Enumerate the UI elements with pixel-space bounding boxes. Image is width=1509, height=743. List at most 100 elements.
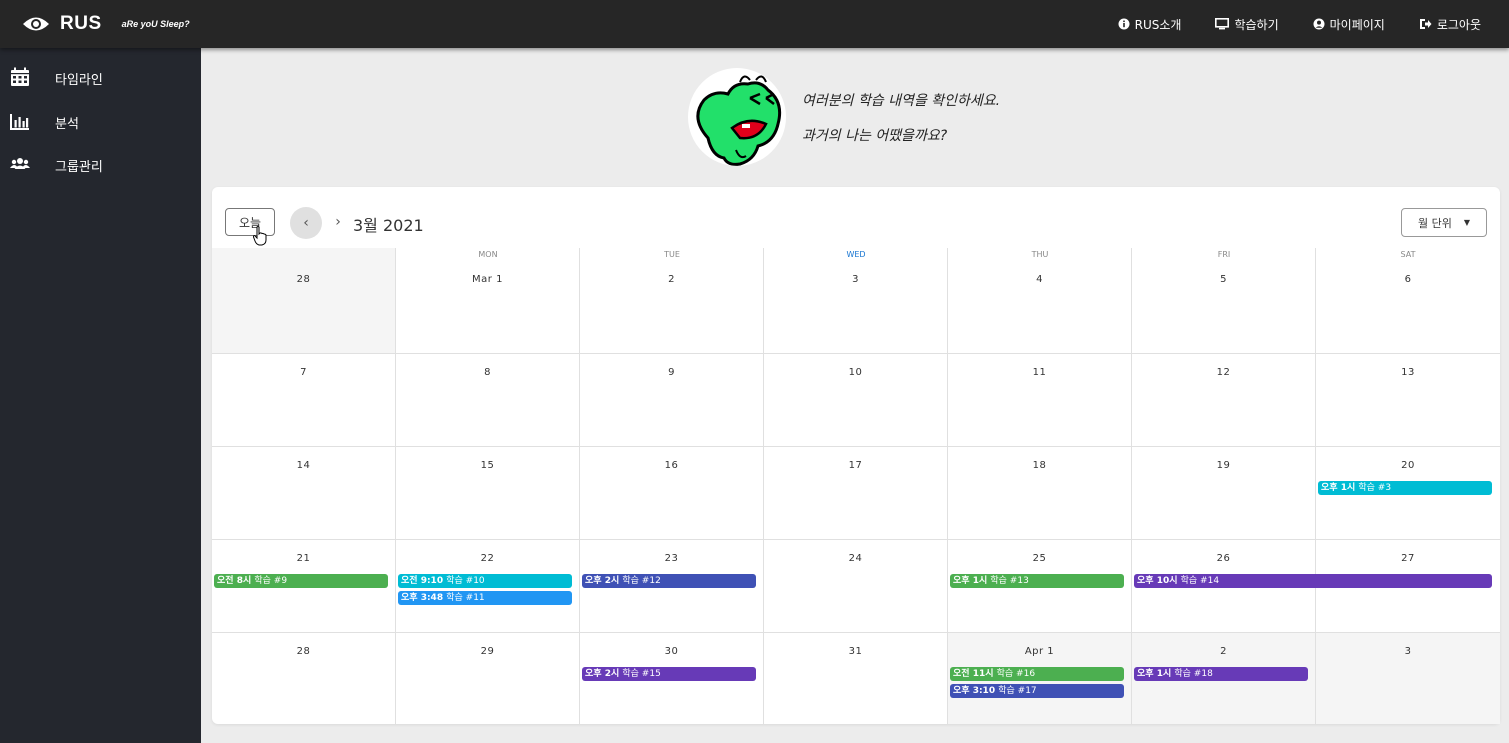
day-number: 8 — [484, 367, 491, 378]
frog-illustration — [696, 75, 782, 166]
day-number: 19 — [1216, 460, 1231, 471]
event-time: 오후 2시 — [585, 669, 620, 679]
nav-mypage[interactable]: 마이페이지 — [1313, 16, 1385, 33]
day-number: 2 — [668, 274, 675, 285]
calendar-event[interactable]: 오후 10시 학습 #14 — [1134, 574, 1492, 588]
brand[interactable]: RUS aRe yoU Sleep? — [22, 10, 190, 38]
day-number: 29 — [480, 646, 495, 657]
day-cell[interactable]: 5 — [1132, 248, 1316, 353]
day-cell[interactable]: 8 — [396, 353, 580, 446]
nav-mypage-label: 마이페이지 — [1329, 17, 1385, 32]
event-title: 학습 #15 — [622, 669, 661, 679]
event-title: 학습 #10 — [446, 576, 485, 586]
sidebar-item-analysis[interactable]: 분석 — [0, 101, 201, 141]
day-cell[interactable]: 2 — [580, 248, 764, 353]
day-cell[interactable]: 10 — [764, 353, 948, 446]
eye-icon — [23, 17, 49, 31]
prev-month-button[interactable]: ‹ — [290, 207, 322, 239]
day-cell[interactable]: 7 — [212, 353, 396, 446]
brand-tagline: aRe yoU Sleep? — [121, 19, 190, 29]
day-cell[interactable]: 17 — [764, 446, 948, 539]
hero-line-2: 과거의 나는 어땠을까요? — [802, 128, 948, 144]
event-title: 학습 #16 — [996, 669, 1036, 679]
day-cell[interactable]: 12 — [1132, 353, 1316, 446]
calendar-event[interactable]: 오후 2시 학습 #15 — [582, 667, 756, 681]
calendar-event[interactable]: 오후 3:48 학습 #11 — [398, 591, 572, 605]
day-cell[interactable]: 4 — [948, 248, 1132, 353]
day-cell[interactable]: 14 — [212, 446, 396, 539]
day-cell[interactable]: Mar 1 — [396, 248, 580, 353]
nav-about[interactable]: RUS소개 — [1118, 16, 1182, 33]
next-month-button[interactable]: › — [330, 211, 346, 233]
day-number: Apr 1 — [1024, 646, 1055, 657]
day-number: 26 — [1216, 553, 1231, 564]
day-cell[interactable]: 24 — [764, 539, 948, 632]
day-number: Mar 1 — [472, 274, 503, 285]
day-cell[interactable]: 15 — [396, 446, 580, 539]
calendar-event[interactable]: 오후 2시 학습 #12 — [582, 574, 756, 588]
view-select[interactable]: 월 단위 ▼ — [1401, 208, 1487, 237]
day-number: 16 — [664, 460, 679, 471]
sidebar-item-timeline[interactable]: 타임라인 — [0, 57, 201, 97]
day-cell[interactable]: 19 — [1132, 446, 1316, 539]
calendar-title: 3월 2021 — [353, 216, 424, 235]
day-cell[interactable]: 28 — [212, 248, 396, 353]
frog-avatar — [688, 68, 786, 166]
calendar-event[interactable]: 오전 9:10 학습 #10 — [398, 574, 572, 588]
nav-about-label: RUS소개 — [1134, 17, 1182, 32]
nav-logout[interactable]: 로그아웃 — [1419, 16, 1481, 33]
hand-pointer-icon — [253, 226, 267, 246]
day-cell[interactable]: 28 — [212, 632, 396, 724]
event-title: 학습 #17 — [998, 686, 1037, 696]
calendar-event[interactable]: 오전 11시 학습 #16 — [950, 667, 1124, 681]
event-time: 오후 1시 — [1321, 483, 1356, 493]
today-button[interactable]: 오늘 — [225, 208, 275, 236]
day-cell[interactable]: 9 — [580, 353, 764, 446]
calendar-event[interactable]: 오전 8시 학습 #9 — [214, 574, 388, 588]
day-cell[interactable]: 13 — [1316, 353, 1500, 446]
calendar-event[interactable]: 오후 3:10 학습 #17 — [950, 684, 1124, 698]
day-number: 11 — [1032, 367, 1047, 378]
day-number: 2 — [1220, 646, 1227, 657]
sidebar-item-label: 분석 — [55, 117, 79, 132]
event-time: 오전 9:10 — [401, 576, 444, 586]
day-number: 23 — [664, 553, 679, 564]
event-time: 오후 1시 — [953, 576, 988, 586]
event-title: 학습 #14 — [1180, 576, 1220, 586]
day-number: 13 — [1401, 367, 1415, 378]
nav-logout-label: 로그아웃 — [1436, 17, 1481, 32]
day-number: 3 — [1404, 646, 1412, 657]
nav-study[interactable]: 학습하기 — [1215, 16, 1279, 33]
day-number: 31 — [848, 646, 863, 657]
sidebar-item-label: 그룹관리 — [55, 160, 103, 175]
calendar-event[interactable]: 오후 1시 학습 #3 — [1318, 481, 1492, 495]
calendar-event[interactable]: 오후 1시 학습 #18 — [1134, 667, 1308, 681]
nav-study-label: 학습하기 — [1234, 17, 1279, 32]
event-time: 오후 2시 — [585, 576, 620, 586]
day-cell[interactable]: 3 — [764, 248, 948, 353]
day-cell[interactable]: 29 — [396, 632, 580, 724]
day-cell[interactable]: 18 — [948, 446, 1132, 539]
day-cell[interactable]: 3 — [1316, 632, 1500, 724]
sign-out-icon — [1419, 19, 1432, 29]
calendar-event[interactable]: 오후 1시 학습 #13 — [950, 574, 1124, 588]
users-icon — [10, 158, 30, 169]
calendar-panel: 오늘 ‹ › 3월 2021 월 단위 ▼ SUNMONTUEWEDTHUFRI… — [212, 187, 1500, 724]
day-number: 20 — [1401, 460, 1415, 471]
event-time: 오후 10시 — [1137, 576, 1178, 586]
day-number: 18 — [1032, 460, 1047, 471]
day-cell[interactable]: 31 — [764, 632, 948, 724]
event-time: 오전 8시 — [217, 576, 252, 586]
day-cell[interactable]: 16 — [580, 446, 764, 539]
hero-text: 여러분의 학습 내역을 확인하세요. 과거의 나는 어땠을까요? — [802, 90, 1000, 160]
day-number: 14 — [296, 460, 311, 471]
day-number: 27 — [1401, 553, 1415, 564]
sidebar-item-groups[interactable]: 그룹관리 — [0, 144, 201, 184]
day-cell[interactable]: 6 — [1316, 248, 1500, 353]
day-number: 9 — [668, 367, 675, 378]
top-bar: RUS aRe yoU Sleep? RUS소개 학습하기 마이페이지 로그아웃 — [0, 0, 1509, 48]
top-nav: RUS소개 학습하기 마이페이지 로그아웃 — [1084, 0, 1481, 48]
event-time: 오후 1시 — [1137, 669, 1172, 679]
sidebar-item-label: 타임라인 — [55, 73, 103, 88]
day-cell[interactable]: 11 — [948, 353, 1132, 446]
